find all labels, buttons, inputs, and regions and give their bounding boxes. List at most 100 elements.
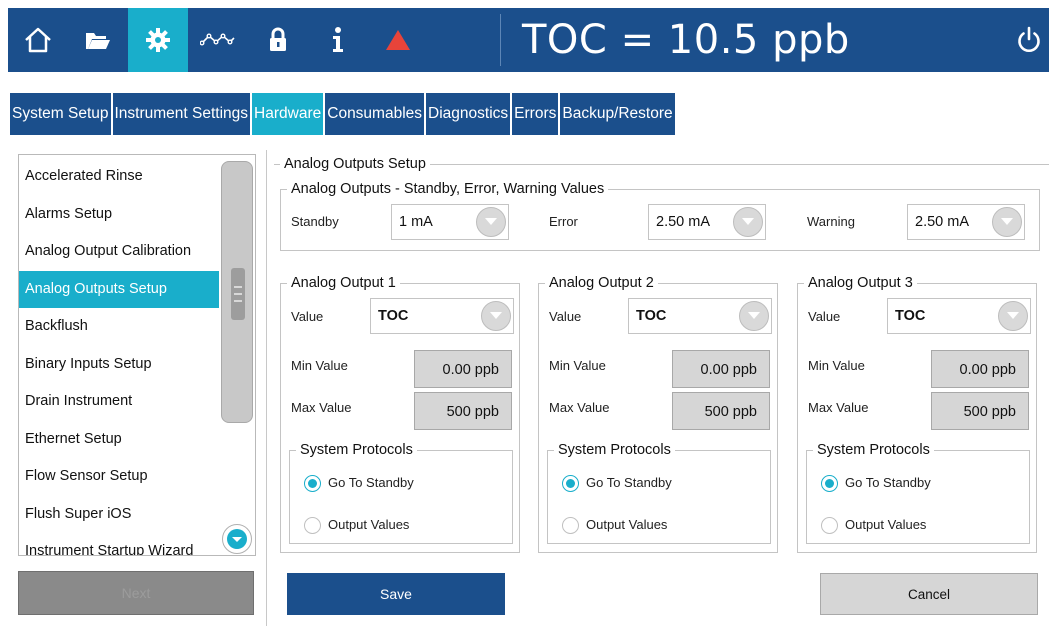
list-item-flush-super-ios[interactable]: Flush Super iOS	[19, 496, 219, 534]
tab-consumables[interactable]: Consumables	[325, 93, 427, 135]
settings-tabs: System Setup Instrument Settings Hardwar…	[10, 93, 677, 135]
alarm-triangle-icon	[386, 30, 410, 50]
go-to-standby-label: Go To Standby	[586, 475, 672, 490]
system-protocols-group: System Protocols Go To Standby Output Va…	[806, 441, 1030, 544]
output-1-value-dropdown[interactable]: TOC	[370, 298, 514, 334]
output-3-min-value-button[interactable]: 0.00 ppb	[931, 350, 1029, 388]
chevron-down-icon[interactable]	[476, 207, 506, 237]
output-value: TOC	[378, 308, 409, 324]
list-item-ethernet-setup[interactable]: Ethernet Setup	[19, 421, 219, 459]
standby-error-warning-group: Analog Outputs - Standby, Error, Warning…	[280, 180, 1040, 251]
go-to-standby-radio[interactable]	[304, 475, 321, 492]
tab-system-setup[interactable]: System Setup	[10, 93, 113, 135]
output-2-value-dropdown[interactable]: TOC	[628, 298, 772, 334]
cancel-button[interactable]: Cancel	[820, 573, 1038, 615]
system-protocols-title: System Protocols	[813, 441, 934, 459]
tab-instrument-settings[interactable]: Instrument Settings	[112, 93, 253, 135]
trend-button[interactable]	[188, 8, 248, 72]
info-button[interactable]	[308, 8, 368, 72]
output-value: TOC	[636, 308, 667, 324]
value-label: Value	[808, 309, 841, 324]
chevron-down-icon[interactable]	[992, 207, 1022, 237]
list-item-analog-output-calibration[interactable]: Analog Output Calibration	[19, 233, 219, 271]
output-2-min-value-button[interactable]: 0.00 ppb	[672, 350, 770, 388]
settings-button[interactable]	[128, 8, 188, 72]
list-item-instrument-startup-wizard[interactable]: Instrument Startup Wizard	[19, 533, 219, 555]
value-label: Value	[549, 309, 582, 324]
home-icon	[25, 27, 51, 53]
next-button[interactable]: Next	[18, 571, 254, 615]
output-values-label: Output Values	[845, 517, 927, 532]
home-button[interactable]	[8, 8, 68, 72]
toc-reading: TOC = 10.5 ppb	[522, 17, 850, 63]
chevron-down-icon	[227, 529, 247, 549]
lock-icon	[270, 27, 286, 51]
list-item-backflush[interactable]: Backflush	[19, 308, 219, 346]
analog-output-3-group: Analog Output 3 Value TOC Min Value 0.00…	[797, 274, 1037, 553]
lock-button[interactable]	[248, 8, 308, 72]
trend-icon	[200, 33, 235, 46]
go-to-standby-label: Go To Standby	[328, 475, 414, 490]
min-value-label: Min Value	[291, 358, 348, 373]
info-icon	[333, 27, 343, 52]
output-values-radio[interactable]	[821, 517, 838, 534]
standby-dropdown[interactable]: 1 mA	[391, 204, 509, 240]
standby-value: 1 mA	[399, 214, 433, 230]
tab-diagnostics[interactable]: Diagnostics	[426, 93, 513, 135]
value-label: Value	[291, 309, 324, 324]
power-button[interactable]	[1008, 8, 1049, 72]
analog-output-2-group: Analog Output 2 Value TOC Min Value 0.00…	[538, 274, 778, 553]
tab-backup-restore[interactable]: Backup/Restore	[560, 93, 677, 135]
output-1-max-value-button[interactable]: 500 ppb	[414, 392, 512, 430]
list-scrollbar[interactable]	[220, 157, 254, 555]
chevron-down-icon[interactable]	[481, 301, 511, 331]
folder-button[interactable]	[68, 8, 128, 72]
min-value-label: Min Value	[549, 358, 606, 373]
chevron-down-icon[interactable]	[998, 301, 1028, 331]
max-value-label: Max Value	[808, 400, 869, 415]
section-title: Analog Outputs Setup	[280, 155, 430, 173]
list-item-drain-instrument[interactable]: Drain Instrument	[19, 383, 219, 421]
system-protocols-title: System Protocols	[296, 441, 417, 459]
scroll-down-button[interactable]	[222, 524, 252, 554]
list-item-binary-inputs-setup[interactable]: Binary Inputs Setup	[19, 346, 219, 384]
go-to-standby-radio[interactable]	[562, 475, 579, 492]
list-item-accelerated-rinse[interactable]: Accelerated Rinse	[19, 158, 219, 196]
system-protocols-group: System Protocols Go To Standby Output Va…	[289, 441, 513, 544]
tab-hardware[interactable]: Hardware	[252, 93, 326, 135]
go-to-standby-label: Go To Standby	[845, 475, 931, 490]
output-3-value-dropdown[interactable]: TOC	[887, 298, 1031, 334]
output-1-min-value-button[interactable]: 0.00 ppb	[414, 350, 512, 388]
system-protocols-group: System Protocols Go To Standby Output Va…	[547, 441, 771, 544]
warning-label: Warning	[807, 214, 855, 229]
min-value-label: Min Value	[808, 358, 865, 373]
analog-output-title: Analog Output 1	[287, 274, 400, 292]
warning-dropdown[interactable]: 2.50 mA	[907, 204, 1025, 240]
output-2-max-value-button[interactable]: 500 ppb	[672, 392, 770, 430]
standby-label: Standby	[291, 214, 339, 229]
list-item-alarms-setup[interactable]: Alarms Setup	[19, 196, 219, 234]
chevron-down-icon[interactable]	[739, 301, 769, 331]
output-3-max-value-button[interactable]: 500 ppb	[931, 392, 1029, 430]
scrollbar-grip-icon	[231, 268, 245, 320]
output-values-radio[interactable]	[562, 517, 579, 534]
analog-output-1-group: Analog Output 1 Value TOC Min Value 0.00…	[280, 274, 520, 553]
top-toolbar: TOC = 10.5 ppb	[8, 8, 1049, 72]
error-label: Error	[549, 214, 578, 229]
go-to-standby-radio[interactable]	[821, 475, 838, 492]
standby-group-title: Analog Outputs - Standby, Error, Warning…	[287, 180, 609, 198]
tab-errors[interactable]: Errors	[512, 93, 561, 135]
scrollbar-thumb[interactable]	[221, 161, 253, 423]
panel-divider	[266, 150, 267, 626]
output-value: TOC	[895, 308, 926, 324]
chevron-down-icon[interactable]	[733, 207, 763, 237]
output-values-radio[interactable]	[304, 517, 321, 534]
save-button[interactable]: Save	[287, 573, 505, 615]
list-item-flow-sensor-setup[interactable]: Flow Sensor Setup	[19, 458, 219, 496]
list-item-analog-outputs-setup[interactable]: Analog Outputs Setup	[19, 270, 219, 308]
error-dropdown[interactable]: 2.50 mA	[648, 204, 766, 240]
gear-icon	[146, 28, 170, 52]
system-protocols-title: System Protocols	[554, 441, 675, 459]
alarm-button[interactable]	[368, 8, 428, 72]
max-value-label: Max Value	[291, 400, 352, 415]
